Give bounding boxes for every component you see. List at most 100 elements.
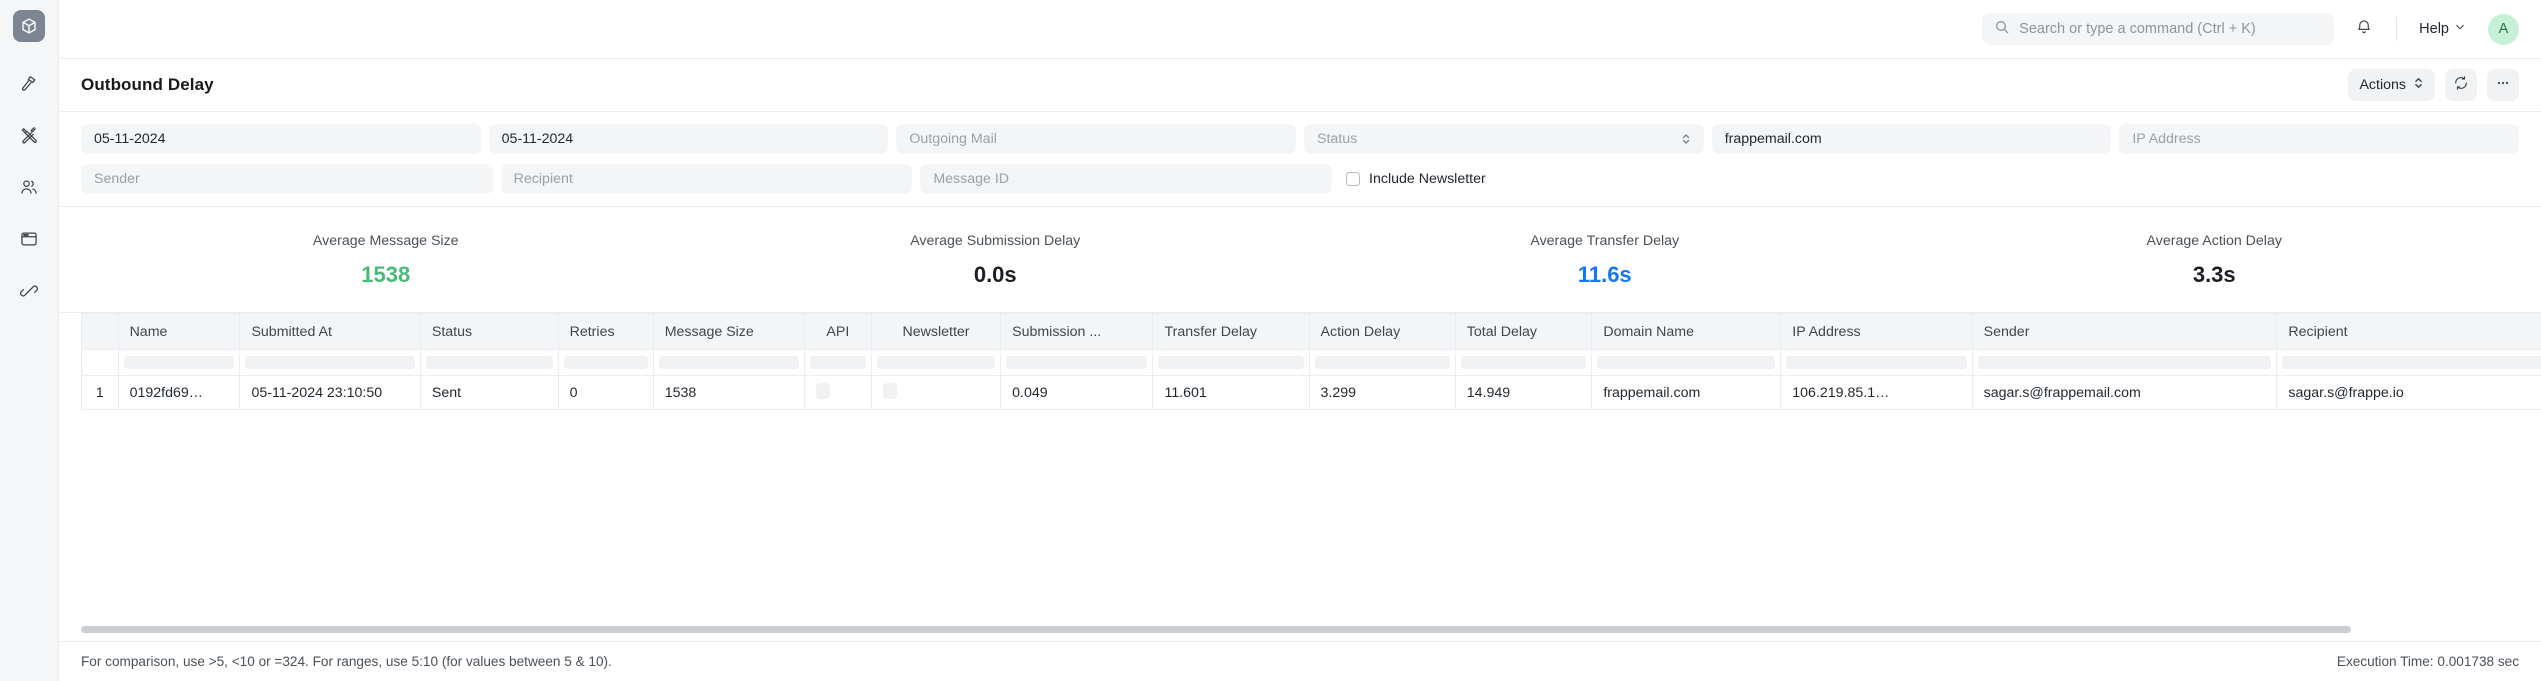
include-newsletter-checkbox[interactable]: Include Newsletter (1340, 164, 1732, 194)
avatar[interactable]: A (2488, 13, 2519, 45)
table-cell[interactable]: sagar.s@frappemail.com (1972, 375, 2278, 410)
sidebar-item-users[interactable] (12, 170, 46, 204)
table-cell[interactable]: Sent (420, 375, 559, 410)
sidebar-item-tools[interactable] (12, 118, 46, 152)
sidebar-item-link[interactable] (12, 274, 46, 308)
table-header-cell[interactable]: Transfer Delay (1152, 313, 1310, 350)
table-header-cell[interactable]: Message Size (653, 313, 805, 350)
column-filter-input[interactable] (245, 356, 415, 369)
row-index-cell: 1 (81, 375, 119, 410)
table-cell[interactable]: 0 (558, 375, 654, 410)
filter-spacer-2 (2133, 164, 2519, 194)
status-placeholder: Status (1317, 131, 1358, 147)
table-cell[interactable]: frappemail.com (1591, 375, 1782, 410)
search-placeholder: Search or type a command (Ctrl + K) (2019, 21, 2256, 37)
outgoing-mail-filter[interactable]: Outgoing Mail (896, 124, 1297, 154)
actions-button[interactable]: Actions (2348, 69, 2435, 101)
table-cell-checkbox[interactable] (871, 375, 1002, 410)
sidebar-item-window[interactable] (12, 222, 46, 256)
column-filter-input[interactable] (425, 356, 553, 369)
table-header-cell[interactable]: Action Delay (1309, 313, 1456, 350)
column-filter-cell[interactable] (1591, 349, 1782, 376)
message-id-filter[interactable]: Message ID (920, 164, 1333, 194)
column-filter-cell[interactable] (239, 349, 421, 376)
table-header-cell[interactable]: Status (420, 313, 559, 350)
table-cell[interactable]: 14.949 (1455, 375, 1593, 410)
column-filter-input[interactable] (563, 356, 648, 369)
column-filter-cell[interactable] (1455, 349, 1593, 376)
column-filter-cell[interactable] (871, 349, 1002, 376)
column-filter-cell[interactable] (1972, 349, 2278, 376)
table-cell[interactable]: 1538 (653, 375, 805, 410)
column-filter-cell[interactable] (804, 349, 872, 376)
column-filter-cell[interactable] (1152, 349, 1310, 376)
table-header-cell[interactable]: IP Address (1780, 313, 1973, 350)
table-cell[interactable]: 3.299 (1309, 375, 1456, 410)
table-header-cell[interactable]: Submitted At (239, 313, 421, 350)
domain-name-filter[interactable]: frappemail.com (1711, 124, 2112, 154)
chevron-up-down-icon (2413, 76, 2424, 94)
column-filter-input[interactable] (1786, 356, 1967, 369)
metric-average-transfer-delay: Average Transfer Delay 11.6s (1300, 233, 1910, 288)
column-filter-input[interactable] (876, 356, 996, 369)
column-filter-input[interactable] (1460, 356, 1587, 369)
sender-filter[interactable]: Sender (81, 164, 493, 194)
table-header-cell[interactable]: Retries (558, 313, 654, 350)
table-cell[interactable]: 0.049 (1000, 375, 1154, 410)
column-filter-input[interactable] (658, 356, 799, 369)
row-checkbox[interactable] (815, 382, 830, 399)
table-cell[interactable]: 05-11-2024 23:10:50 (239, 375, 421, 410)
column-filter-cell[interactable] (653, 349, 805, 376)
help-menu-button[interactable]: Help (2413, 16, 2472, 42)
table-header-cell[interactable]: Sender (1972, 313, 2278, 350)
column-filter-cell[interactable] (118, 349, 241, 376)
refresh-button[interactable] (2445, 69, 2477, 101)
horizontal-scrollbar[interactable] (81, 626, 2501, 633)
column-filter-input[interactable] (1314, 356, 1450, 369)
column-filter-input[interactable] (1597, 356, 1776, 369)
table-header-cell[interactable]: Domain Name (1591, 313, 1782, 350)
table-column-filter-row[interactable] (81, 349, 2541, 376)
column-filter-input[interactable] (2282, 356, 2541, 369)
from-date-filter[interactable]: 05-11-2024 (81, 124, 481, 154)
hammer-icon (19, 73, 39, 93)
column-filter-input[interactable] (1977, 356, 2272, 369)
table-cell[interactable]: 0192fd69… (118, 375, 241, 410)
column-filter-input[interactable] (123, 356, 235, 369)
table-header-cell[interactable]: API (804, 313, 872, 350)
metric-average-action-delay: Average Action Delay 3.3s (1910, 233, 2520, 288)
notifications-button[interactable] (2348, 13, 2380, 45)
row-checkbox[interactable] (882, 382, 897, 399)
status-filter[interactable]: Status (1304, 124, 1704, 154)
column-filter-input[interactable] (1158, 356, 1304, 369)
table-header-index (81, 313, 119, 350)
column-filter-input[interactable] (809, 356, 866, 369)
more-options-button[interactable] (2487, 69, 2519, 101)
column-filter-cell[interactable] (558, 349, 654, 376)
metric-average-message-size: Average Message Size 1538 (81, 233, 691, 288)
table-header-cell[interactable]: Name (118, 313, 241, 350)
table-header-cell[interactable]: Recipient (2276, 313, 2541, 350)
table-cell[interactable]: sagar.s@frappe.io (2276, 375, 2541, 410)
scrollbar-thumb[interactable] (81, 626, 2351, 633)
help-label: Help (2419, 21, 2449, 37)
app-logo[interactable] (13, 10, 45, 42)
table-cell-checkbox[interactable] (804, 375, 872, 410)
to-date-filter[interactable]: 05-11-2024 (488, 124, 889, 154)
table-header-cell[interactable]: Submission ... (1000, 313, 1154, 350)
column-filter-cell[interactable] (420, 349, 559, 376)
column-filter-cell[interactable] (1000, 349, 1154, 376)
table-cell[interactable]: 106.219.85.1… (1780, 375, 1973, 410)
recipient-filter[interactable]: Recipient (500, 164, 913, 194)
ip-address-filter[interactable]: IP Address (2119, 124, 2520, 154)
column-filter-cell[interactable] (2276, 349, 2541, 376)
table-row[interactable]: 1 0192fd69… 05-11-2024 23:10:50 Sent 0 1538 0.… (81, 375, 2541, 410)
table-cell[interactable]: 11.601 (1152, 375, 1310, 410)
column-filter-cell[interactable] (1780, 349, 1973, 376)
search-input[interactable]: Search or type a command (Ctrl + K) (1982, 13, 2335, 45)
table-header-cell[interactable]: Newsletter (871, 313, 1002, 350)
column-filter-cell[interactable] (1309, 349, 1456, 376)
sidebar-item-hammer[interactable] (12, 66, 46, 100)
table-header-cell[interactable]: Total Delay (1455, 313, 1593, 350)
column-filter-input[interactable] (1006, 356, 1148, 369)
